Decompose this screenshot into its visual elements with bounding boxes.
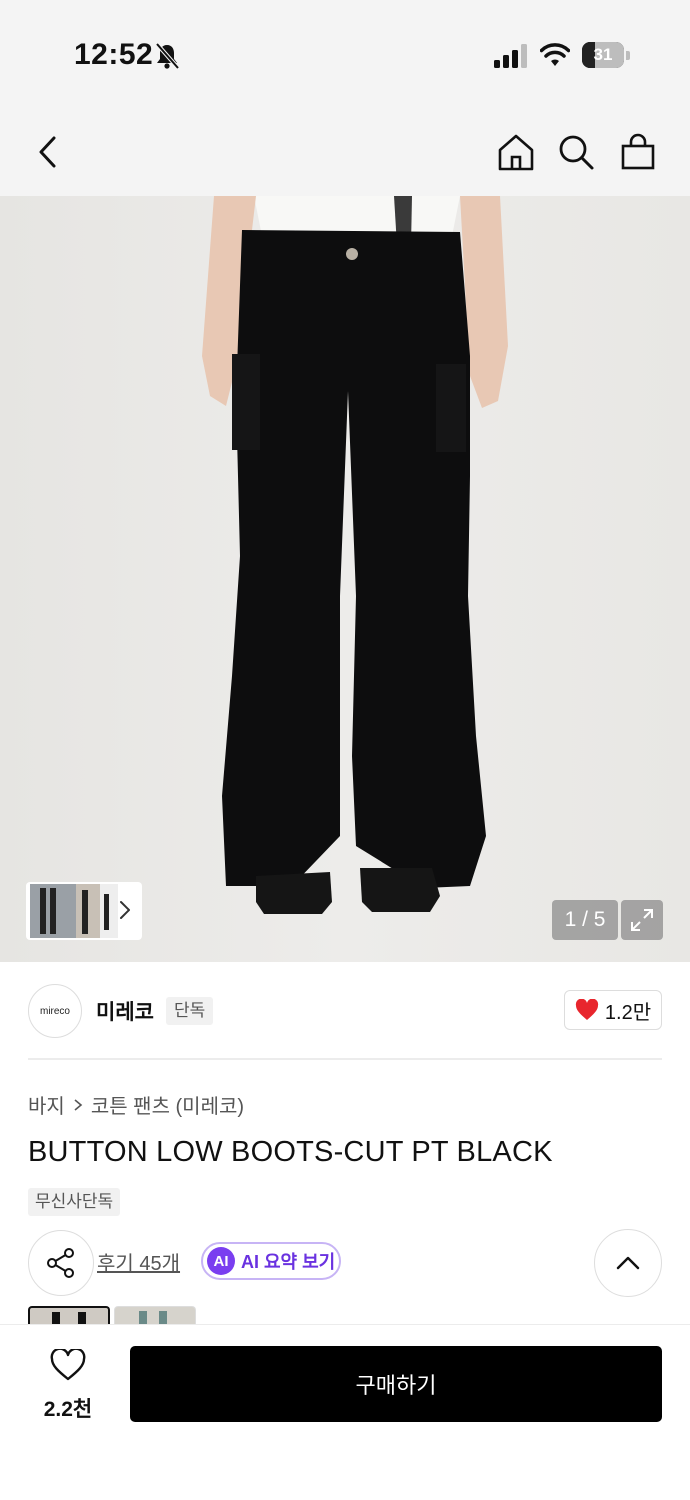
ai-badge-icon: AI bbox=[207, 1247, 235, 1275]
brand-like-count: 1.2만 bbox=[604, 1001, 652, 1024]
battery-level: 31 bbox=[593, 45, 613, 64]
brand-name[interactable]: 미레코 bbox=[96, 996, 154, 1026]
expand-button[interactable] bbox=[621, 900, 663, 940]
back-button[interactable] bbox=[26, 130, 70, 174]
breadcrumb-subcategory[interactable]: 코튼 팬츠 (미레코) bbox=[91, 1090, 244, 1119]
brand-row: mireco 미레코 단독 1.2만 bbox=[28, 984, 662, 1040]
chevron-right-icon bbox=[120, 901, 130, 919]
breadcrumb-category[interactable]: 바지 bbox=[28, 1090, 65, 1119]
buy-button[interactable]: 구매하기 bbox=[130, 1346, 662, 1422]
share-button[interactable] bbox=[28, 1230, 94, 1296]
status-bar: 12:52 31 bbox=[0, 0, 690, 110]
heart-outline-icon bbox=[50, 1349, 86, 1381]
status-time: 12:52 bbox=[74, 38, 154, 71]
search-button[interactable] bbox=[554, 130, 598, 174]
bottom-purchase-bar: 2.2천 구매하기 bbox=[0, 1324, 690, 1500]
search-icon bbox=[559, 135, 594, 170]
product-image[interactable]: 1 / 5 bbox=[0, 196, 690, 962]
brand-logo-text: mireco bbox=[39, 1005, 70, 1017]
wifi-icon bbox=[540, 43, 570, 66]
brand-like-button[interactable]: 1.2만 bbox=[564, 990, 662, 1030]
heart-filled-icon bbox=[575, 999, 598, 1020]
thumbnail-image bbox=[30, 884, 118, 938]
wishlist-button[interactable]: 2.2천 bbox=[28, 1349, 108, 1421]
home-button[interactable] bbox=[494, 130, 538, 174]
brand-logo[interactable]: mireco bbox=[28, 984, 82, 1038]
shopping-bag-icon bbox=[621, 133, 655, 170]
product-title: BUTTON LOW BOOTS-CUT PT BLACK bbox=[28, 1136, 553, 1168]
breadcrumb-chevron-icon bbox=[74, 1098, 83, 1111]
ai-summary-label: AI 요약 보기 bbox=[241, 1252, 336, 1272]
ai-summary-button[interactable]: AI AI 요약 보기 bbox=[201, 1242, 341, 1280]
back-chevron-icon bbox=[39, 136, 56, 168]
chevron-up-icon bbox=[616, 1256, 640, 1270]
top-nav-bar bbox=[0, 110, 690, 196]
reviews-link[interactable]: 후기 45개 bbox=[97, 1247, 180, 1276]
scroll-top-button[interactable] bbox=[594, 1229, 662, 1297]
wishlist-count: 2.2천 bbox=[43, 1398, 93, 1421]
home-icon bbox=[498, 134, 534, 171]
color-swatch-other[interactable] bbox=[114, 1306, 196, 1326]
signal-icon bbox=[494, 44, 527, 68]
product-photo bbox=[0, 196, 690, 962]
expand-icon bbox=[631, 909, 653, 931]
exclusive-tag: 무신사단독 bbox=[28, 1188, 121, 1216]
shopping-bag-button[interactable] bbox=[616, 130, 660, 174]
image-counter: 1 / 5 bbox=[552, 900, 618, 940]
breadcrumb: 바지 코튼 팬츠 (미레코) bbox=[28, 1090, 244, 1119]
brand-exclusive-tag: 단독 bbox=[166, 997, 214, 1025]
share-icon bbox=[47, 1248, 74, 1278]
bell-muted-icon bbox=[155, 42, 180, 70]
color-swatch-black[interactable] bbox=[28, 1306, 110, 1326]
thumbnail-strip[interactable] bbox=[26, 882, 142, 940]
divider bbox=[28, 1058, 662, 1060]
battery-icon: 31 bbox=[582, 42, 630, 68]
